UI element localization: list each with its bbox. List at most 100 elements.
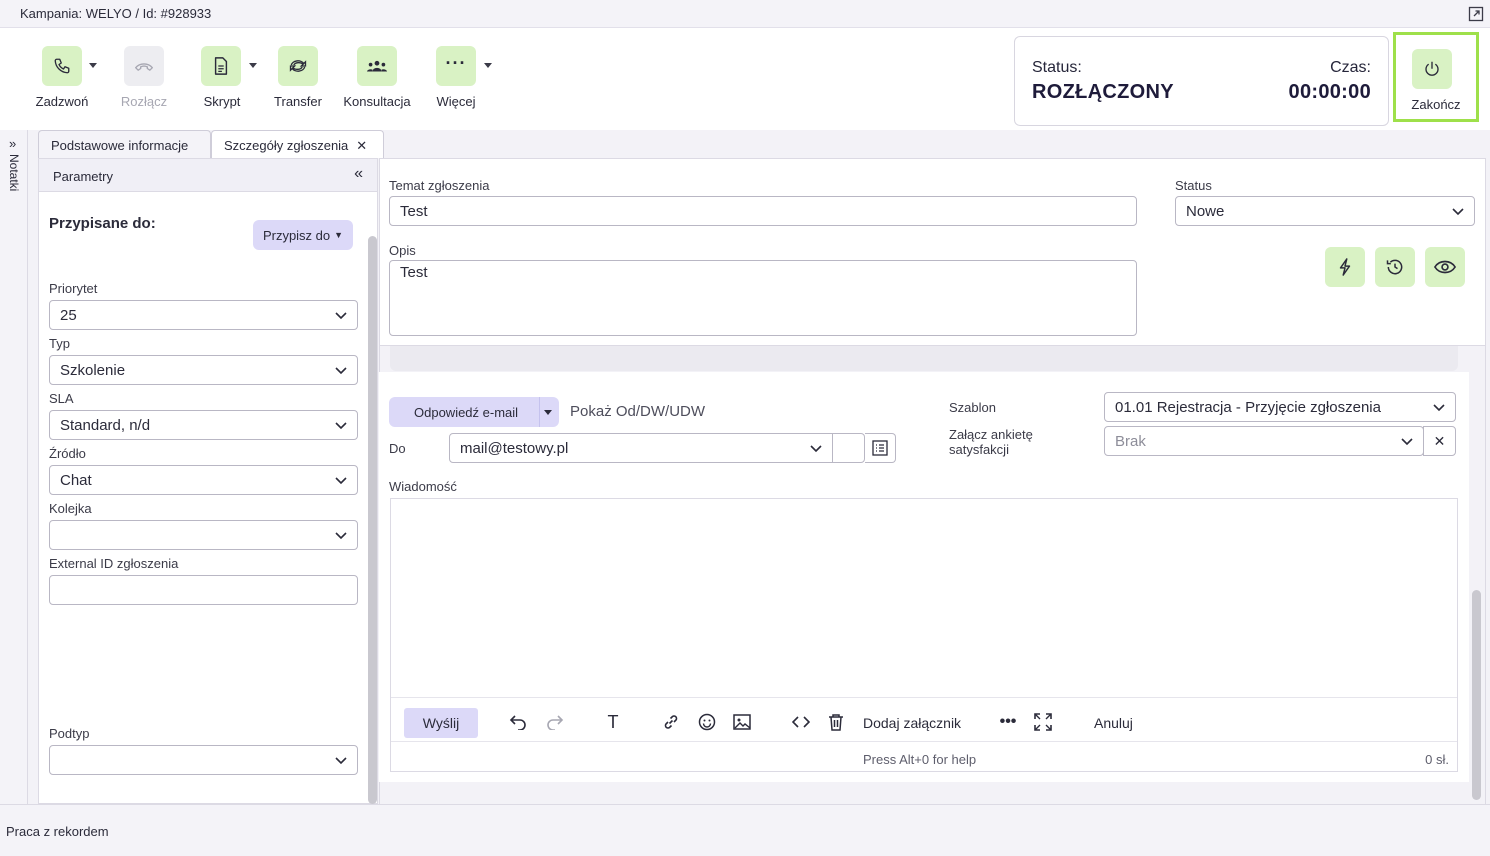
emoji-icon[interactable] [697, 712, 717, 732]
sla-select[interactable]: Standard, n/d [49, 410, 358, 440]
close-tab-icon[interactable]: ✕ [356, 138, 367, 153]
survey-label: Załącz ankietę satysfakcji [949, 427, 1033, 457]
editor-toolbar: Wyślij T Dodaj załącznik ••• Anuluj [391, 697, 1457, 741]
close-icon: ✕ [1433, 432, 1446, 449]
source-value: Chat [60, 472, 92, 489]
call-status-panel: Status: ROZŁĄCZONY Czas: 00:00:00 [1014, 36, 1389, 126]
preview-button[interactable] [1425, 247, 1465, 287]
field-divider [832, 434, 833, 462]
time-label: Czas: [1330, 59, 1371, 76]
status-label: Status: [1032, 59, 1082, 76]
email-reply-section: Odpowiedź e-mail Pokaż Od/DW/UDW Do mail… [379, 372, 1469, 782]
delete-icon[interactable] [826, 712, 846, 732]
more-button[interactable]: ··· [436, 46, 476, 86]
phone-icon [54, 58, 70, 74]
hangup-button[interactable] [124, 46, 164, 86]
undo-icon[interactable] [508, 712, 528, 732]
template-value: 01.01 Rejestracja - Przyjęcie zgłoszenia [1115, 399, 1381, 416]
sla-value: Standard, n/d [60, 417, 151, 434]
text-format-icon[interactable]: T [603, 712, 623, 732]
left-scrollbar[interactable] [368, 236, 377, 804]
script-label: Skrypt [203, 94, 241, 109]
tab-ticket-details[interactable]: Szczegóły zgłoszenia ✕ [211, 130, 384, 158]
message-label: Wiadomość [389, 479, 457, 494]
message-editor[interactable]: Wyślij T Dodaj załącznik ••• Anuluj Pres… [390, 498, 1458, 772]
cancel-button[interactable]: Anuluj [1094, 715, 1133, 731]
call-label: Zadzwoń [35, 94, 89, 109]
status-select[interactable]: Nowe [1175, 196, 1475, 226]
assigned-to-label: Przypisane do: [49, 215, 156, 232]
call-menu-caret[interactable] [89, 63, 97, 68]
description-value: Test [400, 264, 428, 281]
popout-icon[interactable] [1468, 6, 1484, 22]
add-attachment-button[interactable]: Dodaj załącznik [863, 715, 961, 731]
reply-email-button[interactable]: Odpowiedź e-mail [389, 397, 559, 427]
status-field-value: Nowe [1186, 203, 1225, 220]
word-count: 0 sł. [1425, 752, 1449, 767]
chevron-down-icon [1452, 208, 1464, 216]
code-icon[interactable] [791, 712, 811, 732]
transfer-icon [289, 60, 307, 72]
consultation-label: Konsultacja [343, 94, 411, 109]
caret-down-icon[interactable] [544, 410, 552, 415]
fullscreen-icon[interactable] [1033, 712, 1053, 732]
show-cc-bcc-link[interactable]: Pokaż Od/DW/UDW [570, 403, 705, 420]
notes-sidebar[interactable]: » Notatki [0, 130, 28, 804]
template-select[interactable]: 01.01 Rejestracja - Przyjęcie zgłoszenia [1104, 392, 1456, 422]
call-button[interactable] [42, 46, 82, 86]
history-strip [390, 346, 1458, 371]
type-label: Typ [49, 336, 70, 351]
history-button[interactable] [1375, 247, 1415, 287]
hangup-label: Rozłącz [120, 94, 168, 109]
address-book-button[interactable] [865, 433, 896, 463]
subtype-select[interactable] [49, 745, 358, 775]
caret-down-icon: ▼ [334, 230, 344, 240]
tab-label: Szczegóły zgłoszenia [224, 138, 349, 153]
link-icon[interactable] [661, 712, 681, 732]
redo-icon[interactable] [545, 712, 565, 732]
subject-input[interactable]: Test [389, 196, 1137, 226]
survey-label-line1: Załącz ankietę [949, 427, 1033, 442]
record-work-label: Praca z rekordem [6, 824, 109, 839]
script-menu-caret[interactable] [249, 63, 257, 68]
queue-label: Kolejka [49, 501, 92, 516]
more-options-icon[interactable]: ••• [998, 712, 1018, 732]
type-select[interactable]: Szkolenie [49, 355, 358, 385]
external-id-input[interactable] [49, 575, 358, 605]
queue-select[interactable] [49, 520, 358, 550]
clear-survey-button[interactable]: ✕ [1423, 426, 1456, 456]
chevron-down-icon [335, 532, 347, 540]
consultation-button[interactable] [357, 46, 397, 86]
priority-select[interactable]: 25 [49, 300, 358, 330]
more-menu-caret[interactable] [484, 63, 492, 68]
chevron-down-icon [1433, 404, 1445, 412]
send-label: Wyślij [422, 715, 460, 731]
end-button[interactable] [1412, 49, 1452, 89]
description-textarea[interactable]: Test [389, 260, 1137, 336]
right-scrollbar[interactable] [1472, 590, 1481, 800]
reply-email-label: Odpowiedź e-mail [414, 405, 519, 420]
chevron-down-icon [335, 312, 347, 320]
script-button[interactable] [201, 46, 241, 86]
subject-value: Test [400, 203, 428, 220]
survey-select[interactable]: Brak [1104, 426, 1424, 456]
expand-notes-icon[interactable]: » [9, 136, 16, 151]
chevron-down-icon [1401, 438, 1413, 446]
transfer-button[interactable] [278, 46, 318, 86]
assign-to-button[interactable]: Przypisz do ▼ [253, 220, 353, 250]
send-button[interactable]: Wyślij [404, 708, 478, 738]
chevron-down-icon [810, 445, 822, 453]
source-select[interactable]: Chat [49, 465, 358, 495]
to-value: mail@testowy.pl [460, 440, 569, 457]
to-select[interactable]: mail@testowy.pl [449, 433, 865, 463]
source-label: Źródło [49, 446, 86, 461]
lightning-icon [1339, 258, 1351, 276]
parameters-panel: Parametry « Przypisane do: Przypisz do ▼… [38, 158, 378, 804]
eye-icon [1434, 260, 1456, 274]
quick-action-button[interactable] [1325, 247, 1365, 287]
tab-basic-info[interactable]: Podstawowe informacje [38, 130, 211, 158]
image-icon[interactable] [732, 712, 752, 732]
end-call-area[interactable]: Zakończ [1393, 32, 1479, 122]
tab-label: Podstawowe informacje [51, 138, 189, 153]
collapse-panel-icon[interactable]: « [354, 165, 363, 183]
